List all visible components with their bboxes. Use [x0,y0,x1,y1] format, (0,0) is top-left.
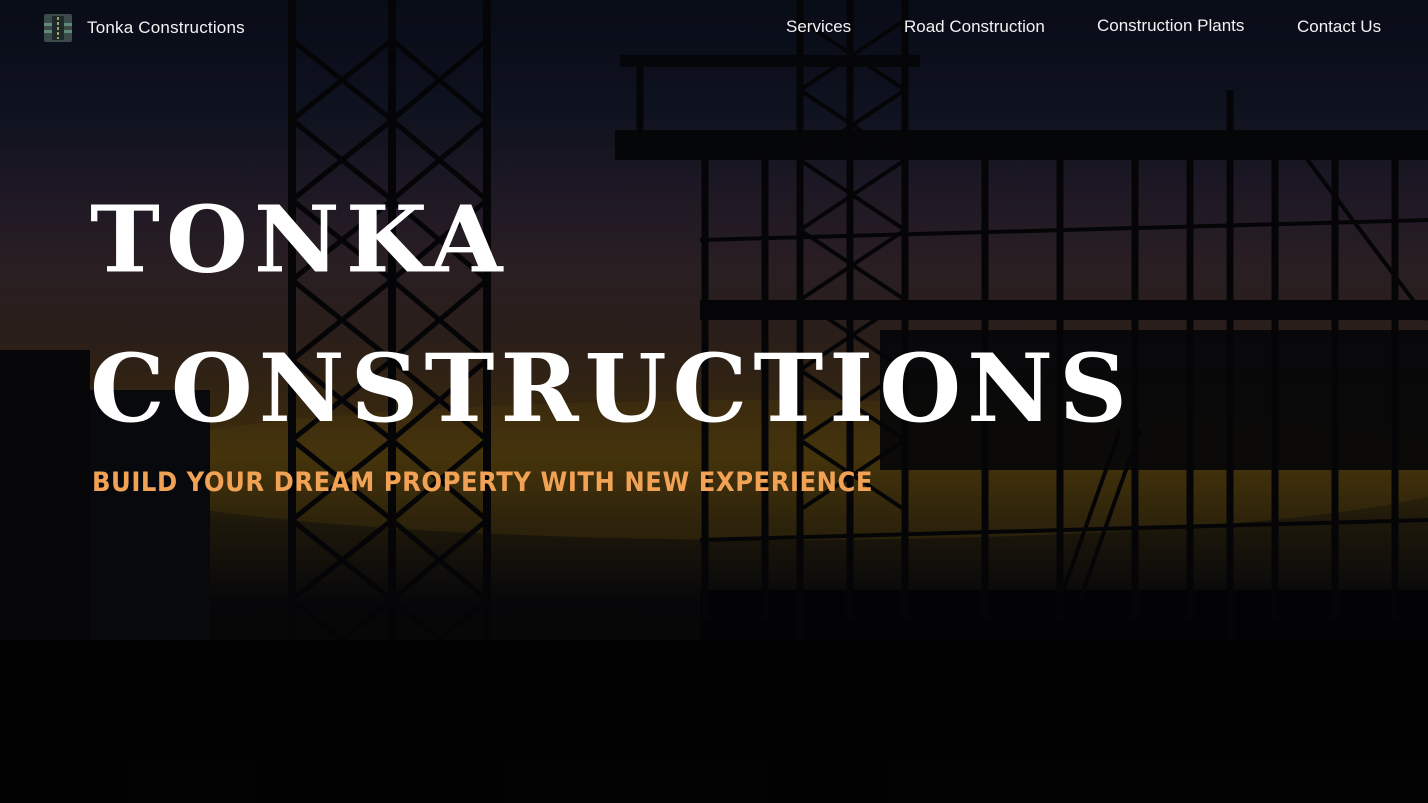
nav-link-services[interactable]: Services [786,17,851,37]
construction-logo-icon[interactable] [44,14,72,42]
brand-name[interactable]: Tonka Constructions [87,18,245,38]
hero-title-line-1: TONKA [90,186,509,294]
nav-link-construction-plants[interactable]: Construction Plants [1097,16,1244,36]
nav-link-road-construction[interactable]: Road Construction [904,17,1045,37]
top-nav: Tonka Constructions Services Road Constr… [0,0,1428,56]
nav-link-contact-us[interactable]: Contact Us [1297,17,1381,37]
hero-title-line-2: CONSTRUCTIONS [90,334,1133,444]
hero-tagline: BUILD YOUR DREAM PROPERTY WITH NEW EXPER… [92,467,874,498]
hero-section: Tonka Constructions Services Road Constr… [0,0,1428,803]
